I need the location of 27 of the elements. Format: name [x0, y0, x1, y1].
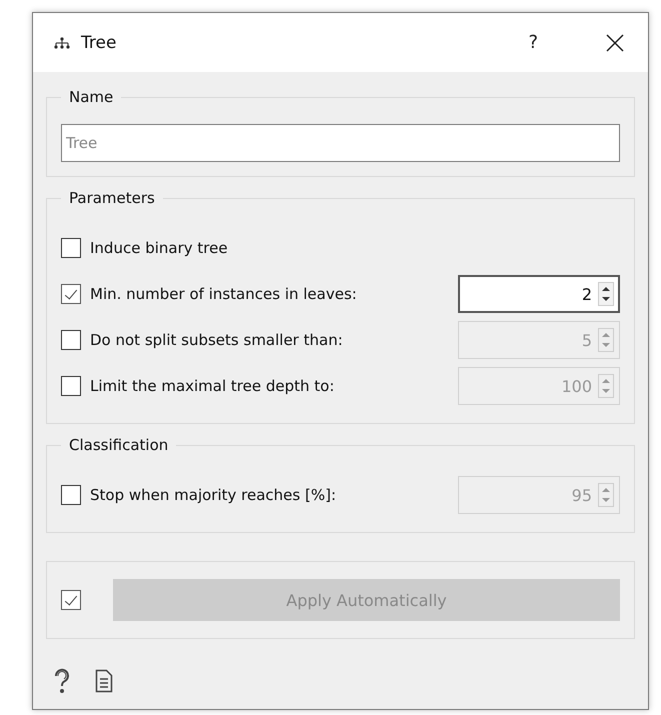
spin-arrows-icon[interactable]	[598, 282, 614, 306]
group-title: Parameters	[68, 189, 156, 207]
option-label: Min. number of instances in leaves:	[90, 285, 358, 303]
spin-value: 2	[582, 284, 592, 304]
option-label: Limit the maximal tree depth to:	[90, 377, 336, 395]
checkbox[interactable]	[61, 330, 81, 350]
option-label: Stop when majority reaches [%]:	[90, 486, 337, 504]
option-label: Induce binary tree	[90, 239, 229, 257]
document-icon[interactable]	[95, 669, 113, 693]
checkbox[interactable]	[61, 284, 81, 304]
group-title: Name	[68, 88, 114, 106]
checkbox[interactable]	[61, 485, 81, 505]
option-label: Do not split subsets smaller than:	[90, 331, 344, 349]
group-title: Classification	[68, 436, 170, 454]
checkbox[interactable]	[61, 590, 81, 610]
spin-value: 95	[572, 486, 592, 504]
close-icon[interactable]	[606, 34, 624, 52]
spin-value: 100	[561, 376, 592, 396]
window-title: Tree	[81, 32, 118, 52]
help-button[interactable]: ?	[524, 32, 542, 53]
name-field[interactable]: Tree	[61, 124, 620, 162]
help-icon[interactable]	[53, 668, 71, 694]
checkbox[interactable]	[61, 238, 81, 258]
tree-icon	[53, 36, 71, 48]
spin-box[interactable]: 2	[458, 275, 620, 313]
checkbox[interactable]	[61, 376, 81, 396]
spin-value: 5	[582, 330, 592, 350]
